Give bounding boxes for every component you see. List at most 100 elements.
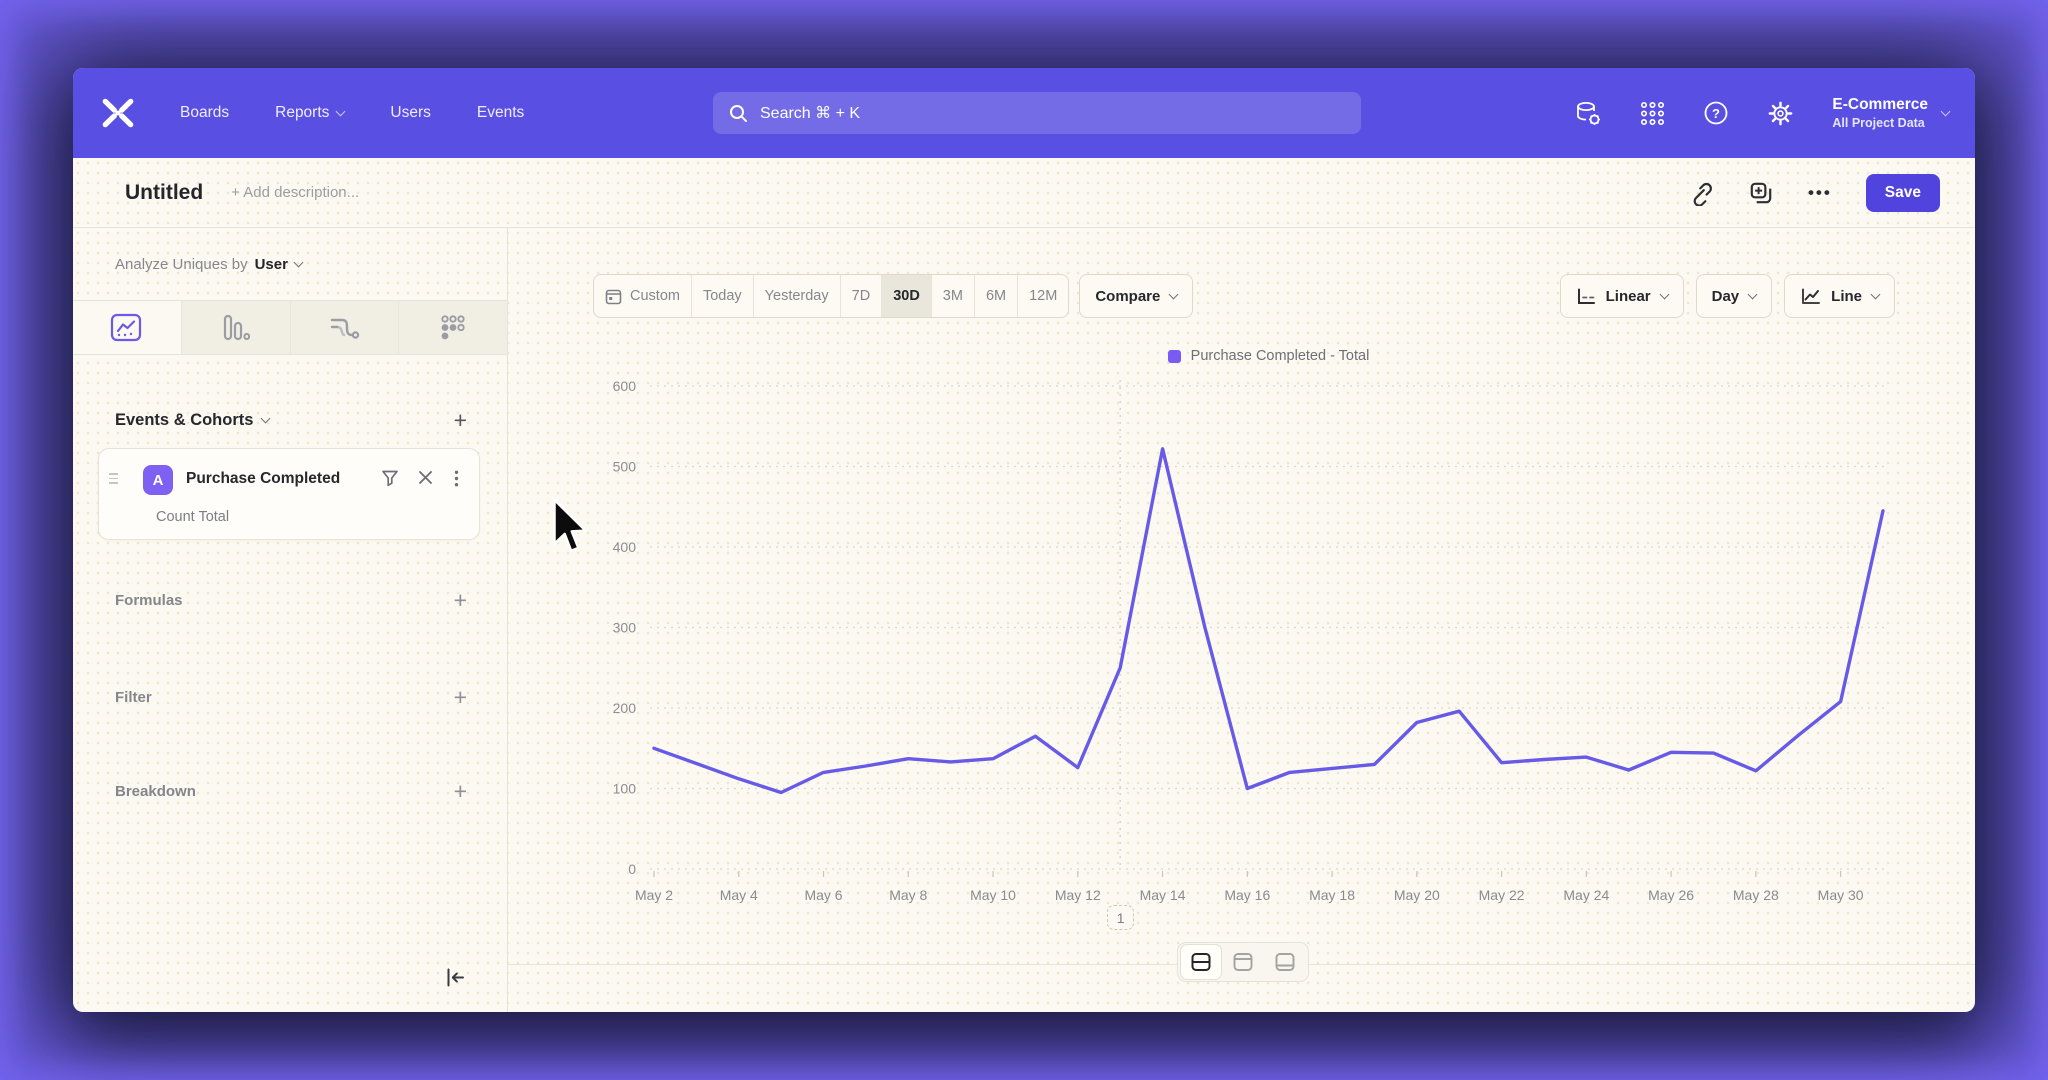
events-cohorts-label[interactable]: Events & Cohorts	[115, 411, 253, 430]
x-tick-may-20: May 20	[1394, 887, 1440, 903]
add-filter-button[interactable]: +	[454, 686, 467, 709]
section-label: Filter	[115, 689, 152, 706]
x-tick-may-6: May 6	[804, 887, 842, 903]
event-name[interactable]: Purchase Completed	[186, 470, 340, 488]
y-tick-100: 100	[613, 781, 637, 797]
settings-gear-icon[interactable]	[1767, 100, 1794, 127]
x-tick-may-8: May 8	[889, 887, 927, 903]
x-tick-may-24: May 24	[1563, 887, 1609, 903]
search-input[interactable]: Search ⌘ + K	[713, 92, 1361, 134]
x-tick-may-18: May 18	[1309, 887, 1355, 903]
analyze-label: Analyze Uniques by	[115, 256, 248, 273]
layout-toggle-group	[1177, 942, 1309, 982]
save-button[interactable]: Save	[1866, 174, 1940, 212]
y-tick-600: 600	[613, 378, 637, 394]
collapse-sidebar-icon[interactable]	[444, 966, 467, 994]
section-breakdown: Breakdown +	[115, 776, 467, 806]
y-tick-400: 400	[613, 539, 637, 555]
nav-item-events[interactable]: Events	[477, 104, 524, 122]
link-icon[interactable]	[1688, 180, 1714, 206]
analyze-uniques-row: Analyze Uniques by User	[115, 256, 302, 273]
project-name: E-Commerce	[1832, 96, 1928, 114]
filter-icon[interactable]	[381, 470, 399, 492]
project-subtitle: All Project Data	[1832, 116, 1928, 130]
mixpanel-logo-icon[interactable]	[100, 97, 136, 129]
section-label: Breakdown	[115, 783, 196, 800]
duplicate-icon[interactable]	[1748, 180, 1774, 206]
y-tick-0: 0	[628, 861, 636, 877]
nav-item-label: Events	[477, 104, 524, 122]
x-tick-may-26: May 26	[1648, 887, 1694, 903]
x-tick-may-30: May 30	[1818, 887, 1864, 903]
report-title[interactable]: Untitled	[125, 181, 203, 205]
x-tick-may-4: May 4	[720, 887, 758, 903]
nav-item-boards[interactable]: Boards	[180, 104, 229, 122]
tab-funnels[interactable]	[182, 301, 291, 354]
drag-handle-icon[interactable]	[109, 473, 118, 484]
help-icon[interactable]: ?	[1703, 100, 1729, 126]
event-metric[interactable]: Count Total	[156, 509, 229, 525]
app-window: Boards Reports Users Events Search ⌘ + K	[73, 68, 1975, 1012]
x-tick-may-16: May 16	[1224, 887, 1270, 903]
x-tick-may-2: May 2	[635, 887, 673, 903]
event-letter-badge[interactable]: A	[143, 465, 173, 495]
add-event-button[interactable]: +	[454, 409, 467, 432]
report-type-tabs	[73, 300, 507, 355]
nav-item-label: Boards	[180, 104, 229, 122]
nav-item-users[interactable]: Users	[390, 104, 430, 122]
tab-insights[interactable]	[73, 301, 182, 354]
query-sidebar: Analyze Uniques by User	[73, 228, 508, 1012]
search-placeholder: Search ⌘ + K	[760, 103, 860, 123]
x-tick-may-12: May 12	[1055, 887, 1101, 903]
x-tick-may-10: May 10	[970, 887, 1016, 903]
tab-retention[interactable]	[399, 301, 507, 354]
y-tick-200: 200	[613, 700, 637, 716]
add-description-field[interactable]: + Add description...	[231, 184, 359, 201]
search-icon	[729, 104, 748, 123]
x-tick-may-28: May 28	[1733, 887, 1779, 903]
x-tick-may-14: May 14	[1140, 887, 1186, 903]
chevron-down-icon	[1941, 106, 1951, 116]
report-title-bar: Untitled + Add description... ••• Save	[73, 158, 1975, 228]
layout-panel-bottom-icon[interactable]	[1264, 944, 1306, 980]
chevron-down-icon	[261, 413, 271, 423]
retention-icon	[438, 313, 468, 343]
close-icon[interactable]	[418, 470, 433, 490]
layout-split-rows-icon[interactable]	[1180, 944, 1222, 980]
chevron-down-icon	[336, 106, 346, 116]
more-icon[interactable]: •••	[1808, 183, 1832, 203]
events-cohorts-header: Events & Cohorts +	[115, 406, 467, 434]
event-card[interactable]: A Purchase Completed Coun	[98, 448, 480, 540]
line-chart[interactable]: 0 100 200 300 400 500 600 May 2 May 4 May 6 May 8 M…	[508, 228, 1974, 1012]
section-label: Formulas	[115, 592, 183, 609]
nav-menu: Boards Reports Users Events	[180, 104, 524, 122]
content-area: Analyze Uniques by User	[73, 228, 1975, 1012]
annotation-marker[interactable]: 1	[1107, 905, 1134, 930]
data-settings-icon[interactable]	[1575, 100, 1602, 127]
layout-panel-top-icon[interactable]	[1222, 944, 1264, 980]
chevron-down-icon	[293, 258, 303, 268]
nav-item-label: Users	[390, 104, 430, 122]
funnels-icon	[221, 312, 251, 343]
project-switcher[interactable]: E-Commerce All Project Data	[1832, 96, 1949, 130]
nav-item-label: Reports	[275, 104, 329, 122]
add-formulas-button[interactable]: +	[454, 589, 467, 612]
y-tick-500: 500	[613, 459, 637, 475]
section-filter: Filter +	[115, 682, 467, 712]
tab-flows[interactable]	[291, 301, 400, 354]
x-tick-may-22: May 22	[1479, 887, 1525, 903]
project-text: E-Commerce All Project Data	[1832, 96, 1928, 130]
flows-icon	[328, 313, 361, 343]
y-tick-300: 300	[613, 620, 637, 636]
insights-icon	[109, 312, 144, 343]
nav-right-cluster: ? E-Commerce All Project Data	[1575, 68, 1949, 158]
top-navbar: Boards Reports Users Events Search ⌘ + K	[73, 68, 1975, 158]
nav-item-reports[interactable]: Reports	[275, 104, 344, 122]
mixpanel-logo-glyph	[100, 97, 136, 129]
apps-grid-icon[interactable]	[1640, 101, 1665, 126]
section-formulas: Formulas +	[115, 585, 467, 615]
svg-text:?: ?	[1712, 106, 1720, 121]
analyze-value-dropdown[interactable]: User	[255, 256, 288, 273]
add-breakdown-button[interactable]: +	[454, 780, 467, 803]
kebab-menu-icon[interactable]	[454, 470, 459, 492]
